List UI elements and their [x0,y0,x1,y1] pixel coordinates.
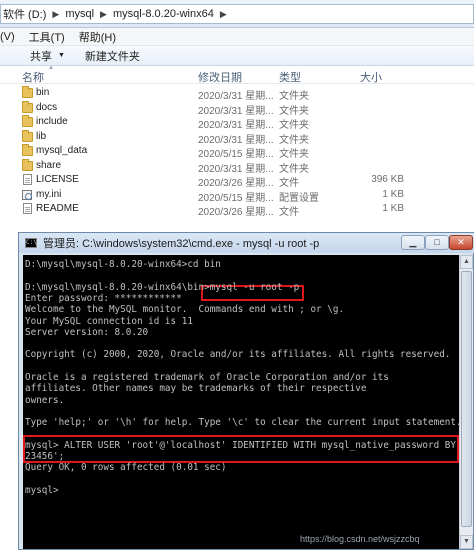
minimize-button[interactable]: ▁ [401,235,425,250]
file-size: 1 KB [382,203,404,214]
cmd-window: C:\ 管理员: C:\windows\system32\cmd.exe - m… [18,232,474,550]
file-date: 2020/3/26 星期... [198,207,274,218]
breadcrumb-label: mysql [65,8,95,20]
column-date[interactable]: 修改日期 [198,69,242,85]
console-line: D:\mysql\mysql-8.0.20-winx64>cd bin [25,259,221,270]
sort-up-icon: ▲ [48,65,54,71]
file-name: include [36,116,68,127]
list-item[interactable]: lib 2020/3/31 星期... 文件夹 [0,129,474,146]
scroll-thumb[interactable] [461,271,472,527]
maximize-button[interactable]: □ [425,235,449,250]
breadcrumb-label: 软件 (D:) [3,9,47,21]
menu-help[interactable]: 帮助(H) [79,29,116,45]
list-item[interactable]: my.ini 2020/5/15 星期... 配置设置 1 KB [0,188,474,204]
console-line: mysql> [25,485,59,496]
list-item[interactable]: bin 2020/3/31 星期... 文件夹 [0,86,474,102]
console-line: 23456'; [25,451,65,463]
dropdown-arrow-icon: ▼ [58,52,65,59]
file-name: mysql_data [36,145,88,156]
list-item[interactable]: README 2020/3/26 星期... 文件 1 KB [0,202,474,218]
share-button[interactable]: 共享 ▼ [30,48,65,64]
list-item[interactable]: docs 2020/3/31 星期... 文件夹 [0,100,474,117]
file-name: LICENSE [36,174,79,185]
file-name: README [36,203,79,214]
scroll-down-icon[interactable]: ▼ [460,535,473,549]
window-title: 管理员: C:\windows\system32\cmd.exe - mysql… [43,238,320,250]
vertical-scrollbar[interactable]: ▲ ▼ [459,255,473,549]
console-line: Copyright (c) 2000, 2020, Oracle and/or … [25,349,451,361]
console-line: Oracle is a registered trademark of Orac… [25,372,389,383]
chevron-right-icon: ▶ [219,8,227,19]
file-name: my.ini [36,188,62,200]
breadcrumb-mysql[interactable]: mysql [65,8,94,20]
folder-icon [22,129,33,142]
folder-icon [22,100,33,113]
file-type: 文件 [279,207,299,218]
list-item[interactable]: mysql_data 2020/5/15 星期... 文件夹 [0,144,474,160]
file-name: bin [36,87,50,98]
chevron-right-icon: ▶ [52,8,60,19]
column-type[interactable]: 类型 [279,69,301,85]
breadcrumb-label: mysql-8.0.20-winx64 [112,8,214,20]
share-label: 共享 [30,50,52,63]
scroll-up-icon[interactable]: ▲ [460,255,473,269]
minimize-icon: ▁ [409,237,417,247]
address-box[interactable]: 软件 (D:) ▶ mysql ▶ mysql-8.0.20-winx64 ▶ [0,4,474,24]
command-toolbar: 共享 ▼ 新建文件夹 [0,46,474,66]
file-name: lib [36,130,47,142]
chevron-right-icon: ▶ [100,8,107,19]
file-name: docs [36,101,58,113]
file-list: bin 2020/3/31 星期... 文件夹 docs 2020/3/31 星… [0,86,474,218]
list-item[interactable]: include 2020/3/31 星期... 文件夹 [0,115,474,131]
console-line: mysql> ALTER USER 'root'@'localhost' IDE… [25,439,459,451]
list-item[interactable]: LICENSE 2020/3/26 星期... 文件 396 KB [0,173,474,189]
folder-icon [22,86,33,98]
console-line: Your MySQL connection id is 11 [25,315,193,327]
folder-icon [22,115,33,127]
console-line: Enter password: ************ [25,292,182,304]
console-line: affiliates. Other names may be trademark… [25,383,367,395]
maximize-icon: □ [434,237,440,247]
close-icon: ✕ [457,237,465,247]
menu-tools[interactable]: 工具(T) [29,29,65,45]
column-size[interactable]: 大小 [360,69,382,85]
close-button[interactable]: ✕ [449,235,473,250]
console-line: D:\mysql\mysql-8.0.20-winx64\bin>mysql -… [25,281,300,293]
console-line: Query OK, 0 rows affected (0.01 sec) [25,462,227,474]
console-line: Welcome to the MySQL monitor. Commands e… [25,304,345,316]
folder-icon [22,144,33,156]
file-size: 1 KB [382,188,404,200]
breadcrumb-drive[interactable]: 软件 (D:) [3,6,46,22]
console-line: Server version: 8.0.20 [25,326,149,338]
document-icon [23,203,32,214]
breadcrumb-current[interactable]: mysql-8.0.20-winx64 [113,8,214,20]
file-name: share [36,159,62,171]
terminal-icon: C:\ [25,238,37,248]
column-name[interactable]: 名称 [22,69,44,85]
list-item[interactable]: share 2020/3/31 星期... 文件夹 [0,158,474,175]
column-header: ▲ 名称 修改日期 类型 大小 [0,65,474,85]
new-folder-button[interactable]: 新建文件夹 [85,48,140,64]
document-icon [23,174,32,185]
address-bar: 软件 (D:) ▶ mysql ▶ mysql-8.0.20-winx64 ▶ [0,0,474,28]
console-output[interactable]: D:\mysql\mysql-8.0.20-winx64>cd bin D:\my… [23,255,459,549]
menu-bar: (V) 工具(T) 帮助(H) [0,28,474,46]
menu-view[interactable]: (V) [0,31,15,43]
watermark: https://blog.csdn.net/wsjzzcbq [300,534,420,544]
folder-icon [22,158,33,171]
file-size: 396 KB [371,174,404,185]
console-line: owners. [25,394,65,406]
settings-file-icon [22,189,32,200]
console-line: Type 'help;' or '\h' for help. Type '\c'… [25,417,459,429]
new-folder-label: 新建文件夹 [84,50,140,63]
